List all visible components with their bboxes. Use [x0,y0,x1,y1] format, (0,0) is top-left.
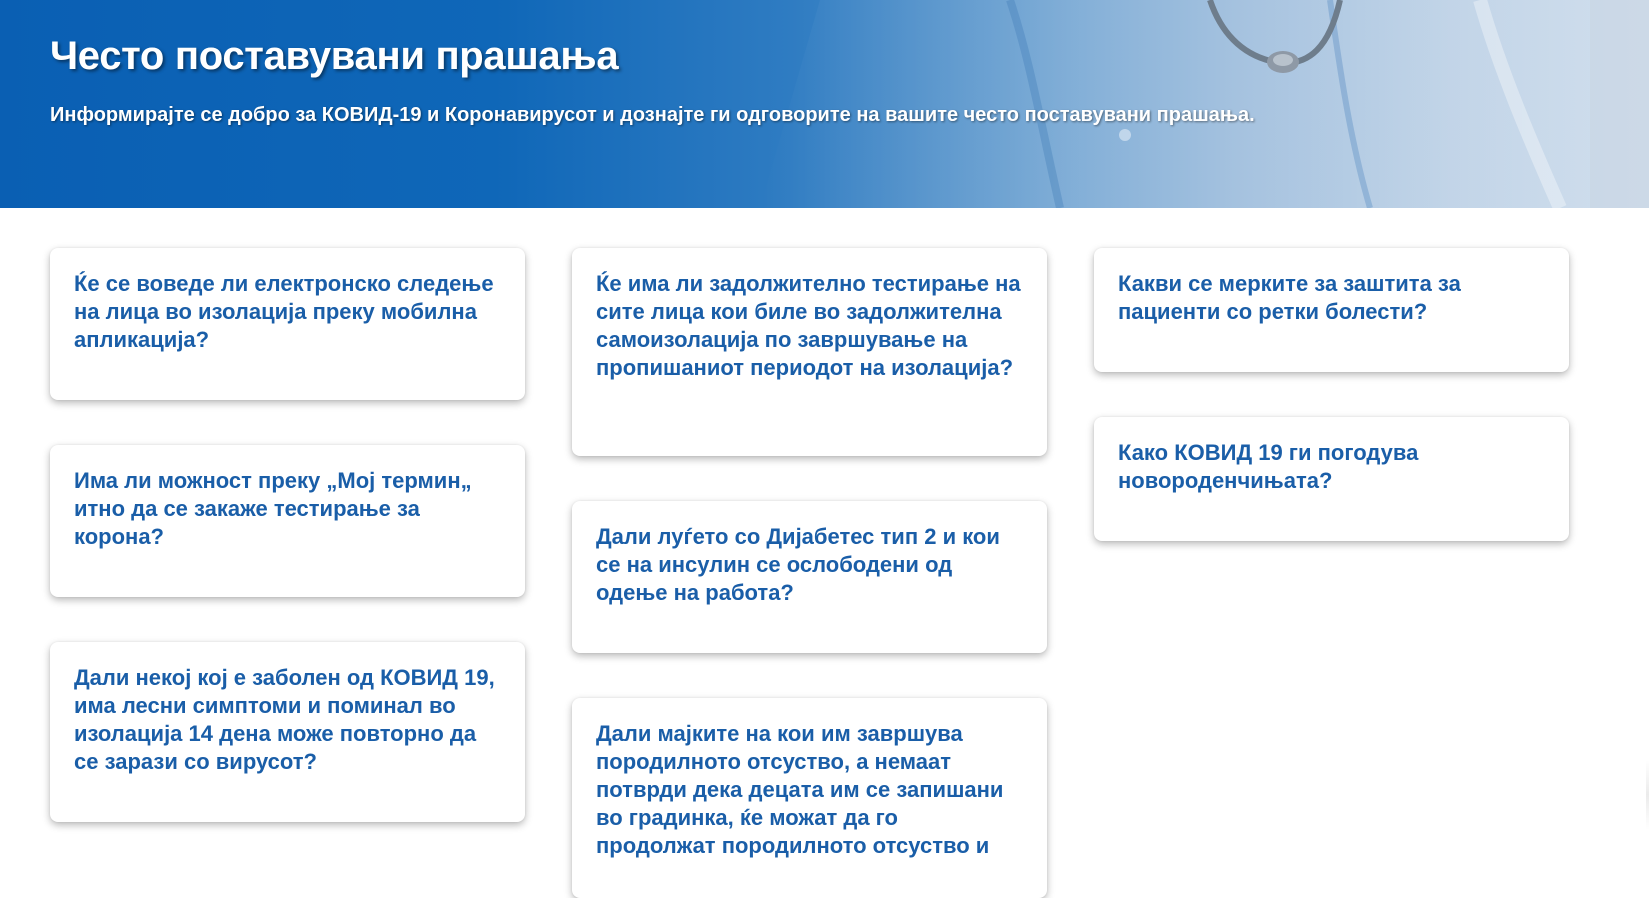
faq-question[interactable]: Какви се мерките за заштита за пациенти … [1118,270,1545,326]
page-subtitle: Информирајте се добро за КОВИД-19 и Коро… [50,104,1255,126]
faq-card[interactable]: Дали некој кој е заболен од КОВИД 19, им… [50,642,525,822]
faq-question[interactable]: Ќе има ли задолжително тестирање на сите… [596,270,1023,382]
faq-question[interactable]: Дали мајките на кои им завршува породилн… [596,720,1023,860]
hero-banner: Често поставувани прашања Информирајте с… [0,0,1649,208]
faq-question[interactable]: Ќе се воведе ли електронско следење на л… [74,270,501,354]
faq-grid: Ќе се воведе ли електронско следење на л… [0,208,1649,898]
faq-card[interactable]: Како КОВИД 19 ги погодува новороденчињат… [1094,417,1569,541]
faq-card[interactable]: Дали луѓето со Дијабетес тип 2 и кои се … [572,501,1047,653]
faq-card[interactable]: Ќе има ли задолжително тестирање на сите… [572,248,1047,456]
faq-question[interactable]: Дали луѓето со Дијабетес тип 2 и кои се … [596,523,1023,607]
faq-question[interactable]: Како КОВИД 19 ги погодува новороденчињат… [1118,439,1545,495]
faq-question[interactable]: Има ли можност преку „Мој термин„ итно д… [74,467,501,551]
faq-card[interactable]: Ќе се воведе ли електронско следење на л… [50,248,525,400]
faq-question[interactable]: Дали некој кој е заболен од КОВИД 19, им… [74,664,501,776]
page-title: Често поставувани прашања [50,34,619,78]
faq-card[interactable]: Какви се мерките за заштита за пациенти … [1094,248,1569,372]
faq-card[interactable]: Има ли можност преку „Мој термин„ итно д… [50,445,525,597]
faq-card[interactable]: Дали мајките на кои им завршува породилн… [572,698,1047,898]
